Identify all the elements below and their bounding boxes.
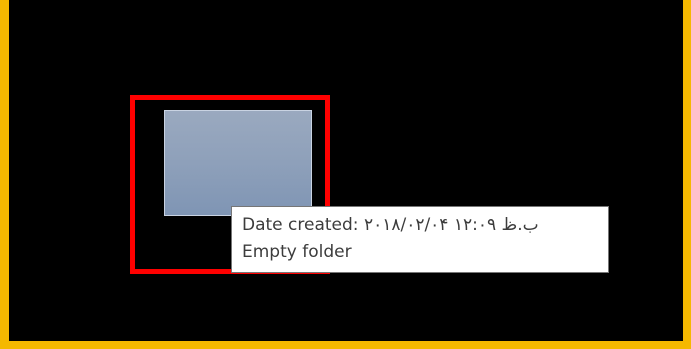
tooltip-date-label: Date created: (242, 215, 359, 235)
tooltip-date-value: ۲۰۱۸/۰۲/۰۴ ب.ظ ۱۲:۰۹ (363, 215, 539, 235)
tooltip-date-line: Date created: ۲۰۱۸/۰۲/۰۴ ب.ظ ۱۲:۰۹ (242, 212, 599, 239)
desktop-area: Date created: ۲۰۱۸/۰۲/۰۴ ب.ظ ۱۲:۰۹ Empty… (0, 0, 691, 349)
tooltip-status: Empty folder (242, 242, 352, 262)
folder-tooltip: Date created: ۲۰۱۸/۰۲/۰۴ ب.ظ ۱۲:۰۹ Empty… (231, 206, 609, 273)
